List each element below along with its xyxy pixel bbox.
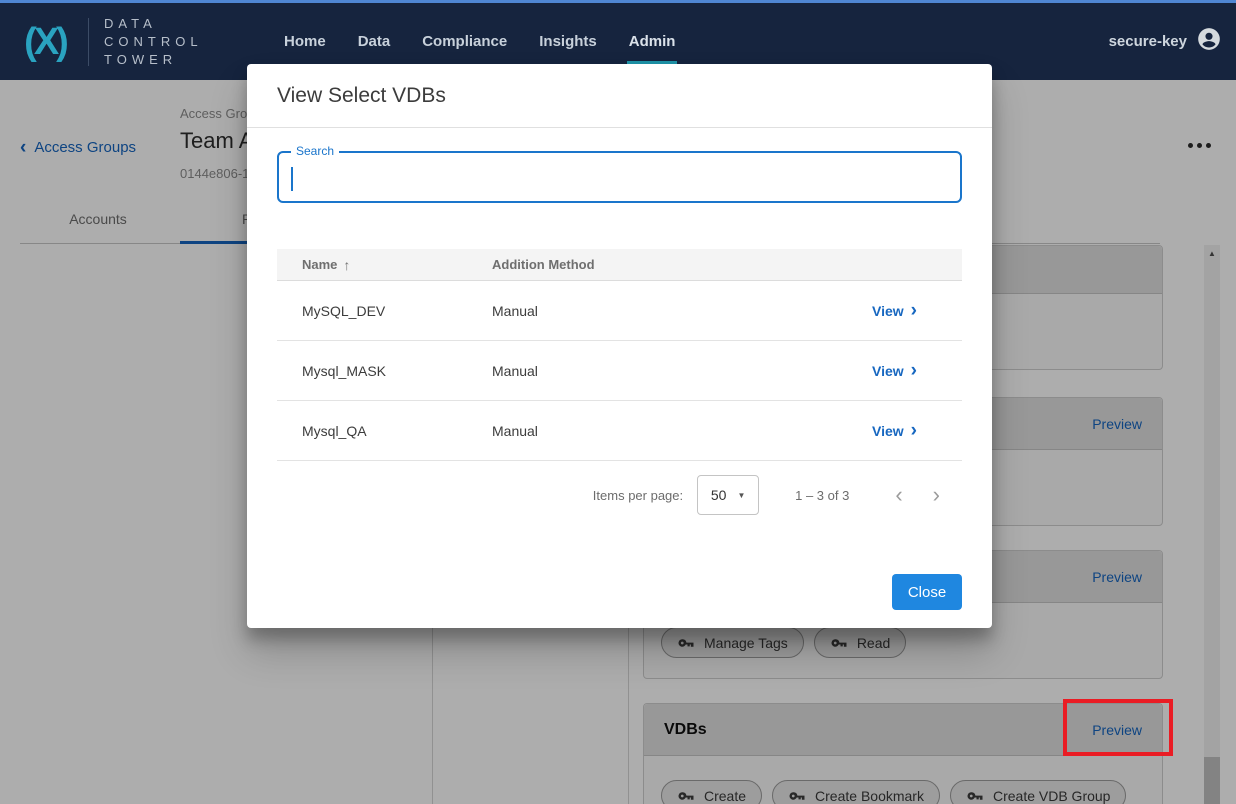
- brand-divider: [88, 18, 89, 66]
- column-header-addition-method[interactable]: Addition Method: [492, 257, 842, 272]
- user-name: secure-key: [1109, 33, 1187, 50]
- table-row: Mysql_MASK Manual View ›: [277, 341, 962, 401]
- search-field: Search: [277, 151, 962, 203]
- addition-method-cell: Manual: [492, 423, 842, 439]
- account-icon: [1196, 26, 1222, 57]
- dialog-title: View Select VDBs: [277, 84, 446, 108]
- sort-ascending-icon: ↑: [343, 257, 350, 273]
- next-page-button[interactable]: ›: [933, 486, 940, 504]
- nav-item-compliance[interactable]: Compliance: [422, 27, 507, 56]
- items-per-page-value: 50: [711, 487, 727, 503]
- view-link[interactable]: View ›: [872, 303, 917, 319]
- addition-method-cell: Manual: [492, 363, 842, 379]
- screen: ‹ Access Groups Access Groups Team A 014…: [0, 0, 1236, 804]
- page-range: 1 – 3 of 3: [795, 488, 849, 503]
- text-caret: [291, 167, 293, 191]
- previous-page-button[interactable]: ‹: [895, 486, 902, 504]
- delphix-logo-icon[interactable]: (X): [12, 17, 78, 67]
- nav-item-admin[interactable]: Admin: [629, 27, 676, 56]
- vdb-name-cell: MySQL_DEV: [277, 303, 492, 319]
- chevron-right-icon: ›: [911, 304, 917, 318]
- table-row: Mysql_QA Manual View ›: [277, 401, 962, 461]
- chevron-right-icon: ›: [911, 424, 917, 438]
- brand-title: DATA CONTROL TOWER: [104, 15, 203, 69]
- annotation-highlight-box: [1063, 699, 1173, 756]
- window-focus-strip: [0, 0, 1236, 3]
- column-header-name-label: Name: [302, 257, 337, 272]
- table-pagination: Items per page: 50 ▼ 1 – 3 of 3 ‹ ›: [277, 467, 962, 523]
- user-menu[interactable]: secure-key: [1109, 3, 1222, 80]
- table-row: MySQL_DEV Manual View ›: [277, 281, 962, 341]
- view-select-vdbs-dialog: View Select VDBs Search Name ↑ Addition …: [247, 64, 992, 628]
- nav-item-admin-label: Admin: [629, 33, 676, 50]
- view-link[interactable]: View ›: [872, 423, 917, 439]
- view-link-label: View: [872, 303, 904, 319]
- dialog-body: Search Name ↑ Addition Method MySQL_DEV …: [247, 128, 992, 628]
- nav-item-home[interactable]: Home: [284, 27, 326, 56]
- close-button[interactable]: Close: [892, 574, 962, 610]
- column-header-name[interactable]: Name ↑: [277, 257, 492, 273]
- addition-method-cell: Manual: [492, 303, 842, 319]
- dialog-header: View Select VDBs: [247, 64, 992, 128]
- items-per-page-select[interactable]: 50 ▼: [697, 475, 759, 515]
- items-per-page-label: Items per page:: [593, 488, 683, 503]
- search-input[interactable]: [289, 155, 950, 199]
- vdb-name-cell: Mysql_QA: [277, 423, 492, 439]
- nav-item-insights[interactable]: Insights: [539, 27, 597, 56]
- table-header-row: Name ↑ Addition Method: [277, 249, 962, 281]
- dropdown-caret-icon: ▼: [737, 491, 745, 500]
- vdbs-table: Name ↑ Addition Method MySQL_DEV Manual …: [277, 249, 962, 461]
- view-link[interactable]: View ›: [872, 363, 917, 379]
- view-link-label: View: [872, 423, 904, 439]
- view-link-label: View: [872, 363, 904, 379]
- chevron-right-icon: ›: [911, 364, 917, 378]
- vdb-name-cell: Mysql_MASK: [277, 363, 492, 379]
- nav-item-data[interactable]: Data: [358, 27, 391, 56]
